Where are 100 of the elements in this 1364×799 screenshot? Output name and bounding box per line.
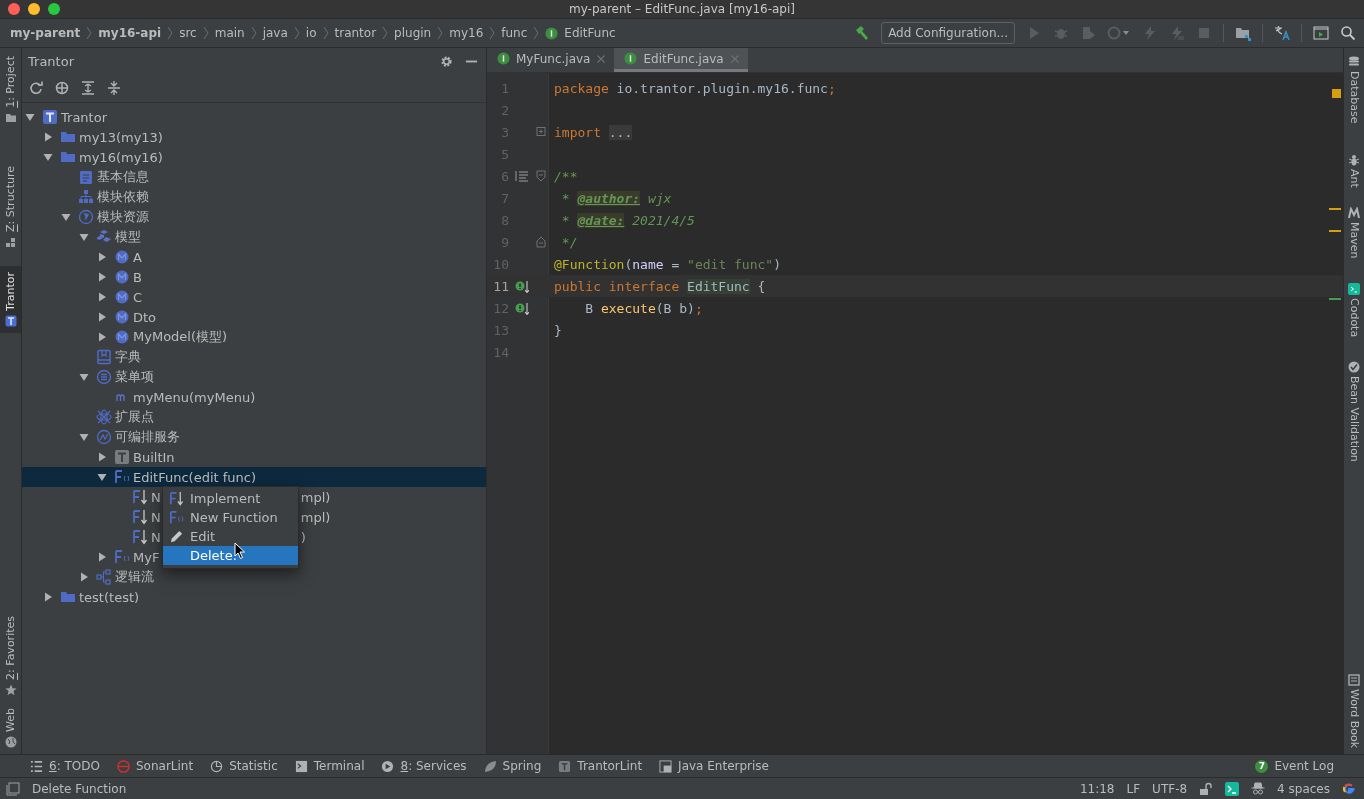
tree-item-label[interactable]: MyF: [133, 549, 160, 565]
expand-arrow-icon[interactable]: [43, 132, 53, 142]
codota-icon[interactable]: [1225, 781, 1240, 796]
tree-item-label[interactable]: 菜单项: [115, 368, 154, 386]
editor-tab[interactable]: MyFunc.java: [487, 48, 615, 72]
expand-arrow-icon[interactable]: [79, 572, 89, 582]
translate-icon[interactable]: [1274, 25, 1290, 41]
implemented-marker-icon[interactable]: [515, 301, 529, 315]
tree-item-label[interactable]: B: [133, 269, 142, 285]
tool-window-tab[interactable]: Bean Validation: [1347, 355, 1361, 468]
tool-window-tab[interactable]: 1: Project: [0, 50, 21, 130]
editor-tab[interactable]: EditFunc.java: [614, 48, 748, 72]
crosshair-icon[interactable]: [55, 81, 69, 95]
minimize-window-button[interactable]: [28, 3, 40, 15]
selected-tree-row[interactable]: EditFunc(edit func): [22, 467, 486, 487]
tool-window-tab[interactable]: Z: Structure: [0, 159, 21, 254]
expand-arrow-icon[interactable]: [79, 432, 89, 442]
breadcrumb-item[interactable]: my16-api: [98, 26, 162, 40]
tool-window-button[interactable]: TrantorLint: [558, 759, 643, 773]
tool-window-tab[interactable]: Trantor: [0, 265, 21, 333]
menu-item[interactable]: Implement: [163, 489, 298, 508]
tool-window-tab[interactable]: Database: [1347, 50, 1361, 130]
breadcrumb-item[interactable]: EditFunc: [564, 26, 616, 40]
project-structure-icon[interactable]: [1235, 25, 1251, 41]
tree-item-label[interactable]: Trantor: [61, 109, 107, 125]
expand-arrow-icon[interactable]: [61, 212, 71, 222]
padlock-icon[interactable]: [1199, 781, 1214, 796]
tree-item-label[interactable]: A: [133, 249, 142, 265]
settings-icon[interactable]: [440, 54, 453, 68]
expand-arrow-icon[interactable]: [79, 372, 89, 382]
tree-item-label[interactable]: my16(my16): [79, 149, 163, 165]
tree-item-label[interactable]: test(test): [79, 589, 140, 605]
expand-arrow-icon[interactable]: [97, 452, 107, 462]
expand-arrow-icon[interactable]: [97, 552, 107, 562]
tool-window-button[interactable]: 8: Services: [381, 759, 467, 773]
run-window-icon[interactable]: [1313, 25, 1329, 41]
tool-window-tab[interactable]: Maven: [1347, 201, 1361, 265]
close-window-button[interactable]: [8, 3, 20, 15]
expand-arrow-icon[interactable]: [97, 332, 107, 342]
tool-window-tab[interactable]: Ant: [1347, 147, 1361, 194]
tool-window-tab[interactable]: Web: [0, 702, 21, 754]
breadcrumb-item[interactable]: plugin: [394, 26, 432, 40]
tree-item-label[interactable]: 模块依赖: [97, 188, 149, 206]
tree-item-label[interactable]: 模块资源: [97, 208, 149, 226]
breadcrumb-item[interactable]: func: [501, 26, 528, 40]
tree-item-label[interactable]: myMenu(myMenu): [133, 389, 256, 405]
profile-dropdown-icon[interactable]: [1107, 25, 1131, 41]
expand-arrow-icon[interactable]: [25, 112, 35, 122]
tree-item-label[interactable]: 扩展点: [115, 408, 154, 426]
toggle-tool-windows-icon[interactable]: [6, 781, 20, 796]
expand-arrow-icon[interactable]: [43, 592, 53, 602]
tool-window-button[interactable]: 6: TODO: [30, 759, 100, 773]
tool-window-tab[interactable]: Codota: [1347, 276, 1361, 343]
tree-item-label[interactable]: N: [151, 489, 161, 505]
expand-arrow-icon[interactable]: [97, 472, 107, 482]
search-icon[interactable]: [1340, 25, 1356, 41]
menu-item[interactable]: Edit: [163, 527, 298, 546]
breadcrumb-item[interactable]: main: [214, 26, 245, 40]
tool-window-button[interactable]: Java Enterprise: [659, 759, 769, 773]
expand-arrow-icon[interactable]: [97, 272, 107, 282]
expand-arrow-icon[interactable]: [43, 152, 53, 162]
hat-icon[interactable]: [1251, 781, 1266, 796]
expand-all-icon[interactable]: [81, 81, 95, 95]
breadcrumb-item[interactable]: java: [262, 26, 288, 40]
tree-item-label[interactable]: Dto: [133, 309, 157, 325]
tree-item-label[interactable]: C: [133, 289, 143, 305]
tool-window-tab[interactable]: 2: Favorites: [0, 610, 21, 702]
breadcrumb-item[interactable]: io: [305, 26, 317, 40]
fold-marker-icon[interactable]: [536, 126, 546, 138]
breadcrumb-item[interactable]: my16: [449, 26, 484, 40]
tool-window-button[interactable]: Terminal: [294, 759, 365, 773]
menu-item[interactable]: New Function: [163, 508, 298, 527]
implemented-marker-icon[interactable]: [515, 279, 529, 293]
tool-window-button[interactable]: SonarLint: [116, 759, 194, 773]
zoom-window-button[interactable]: [48, 3, 60, 15]
tree-item-label[interactable]: 模型: [115, 228, 141, 246]
tree-item-label[interactable]: N: [151, 529, 161, 545]
google-icon[interactable]: [1342, 781, 1356, 796]
indent-setting[interactable]: 4 spaces: [1277, 781, 1330, 796]
collapse-all-icon[interactable]: [107, 81, 121, 95]
caret-position[interactable]: 11:18: [1079, 781, 1115, 796]
tree-item-label[interactable]: my13(my13): [79, 129, 163, 145]
tree-item-label[interactable]: 字典: [115, 348, 141, 366]
tree-item-label[interactable]: EditFunc(edit func): [133, 469, 256, 485]
tool-window-button[interactable]: Spring: [483, 759, 542, 773]
fold-marker-icon[interactable]: [536, 170, 546, 182]
tree-item-label[interactable]: 可编排服务: [115, 428, 180, 446]
file-encoding[interactable]: UTF-8: [1152, 781, 1188, 796]
event-log-button[interactable]: 7 Event Log: [1255, 759, 1334, 773]
expand-arrow-icon[interactable]: [97, 252, 107, 262]
expand-arrow-icon[interactable]: [79, 232, 89, 242]
expand-arrow-icon[interactable]: [97, 292, 107, 302]
tree-item-label[interactable]: MyModel(模型): [133, 328, 228, 346]
add-configuration-button[interactable]: Add Configuration...: [881, 22, 1015, 44]
breadcrumb-item[interactable]: my-parent: [10, 26, 81, 40]
line-separator[interactable]: LF: [1126, 781, 1141, 796]
tree-item-label[interactable]: N: [151, 509, 161, 525]
hammer-icon[interactable]: [854, 25, 871, 41]
fold-marker-icon[interactable]: [536, 236, 546, 248]
tree-item-label[interactable]: 逻辑流: [115, 568, 154, 586]
